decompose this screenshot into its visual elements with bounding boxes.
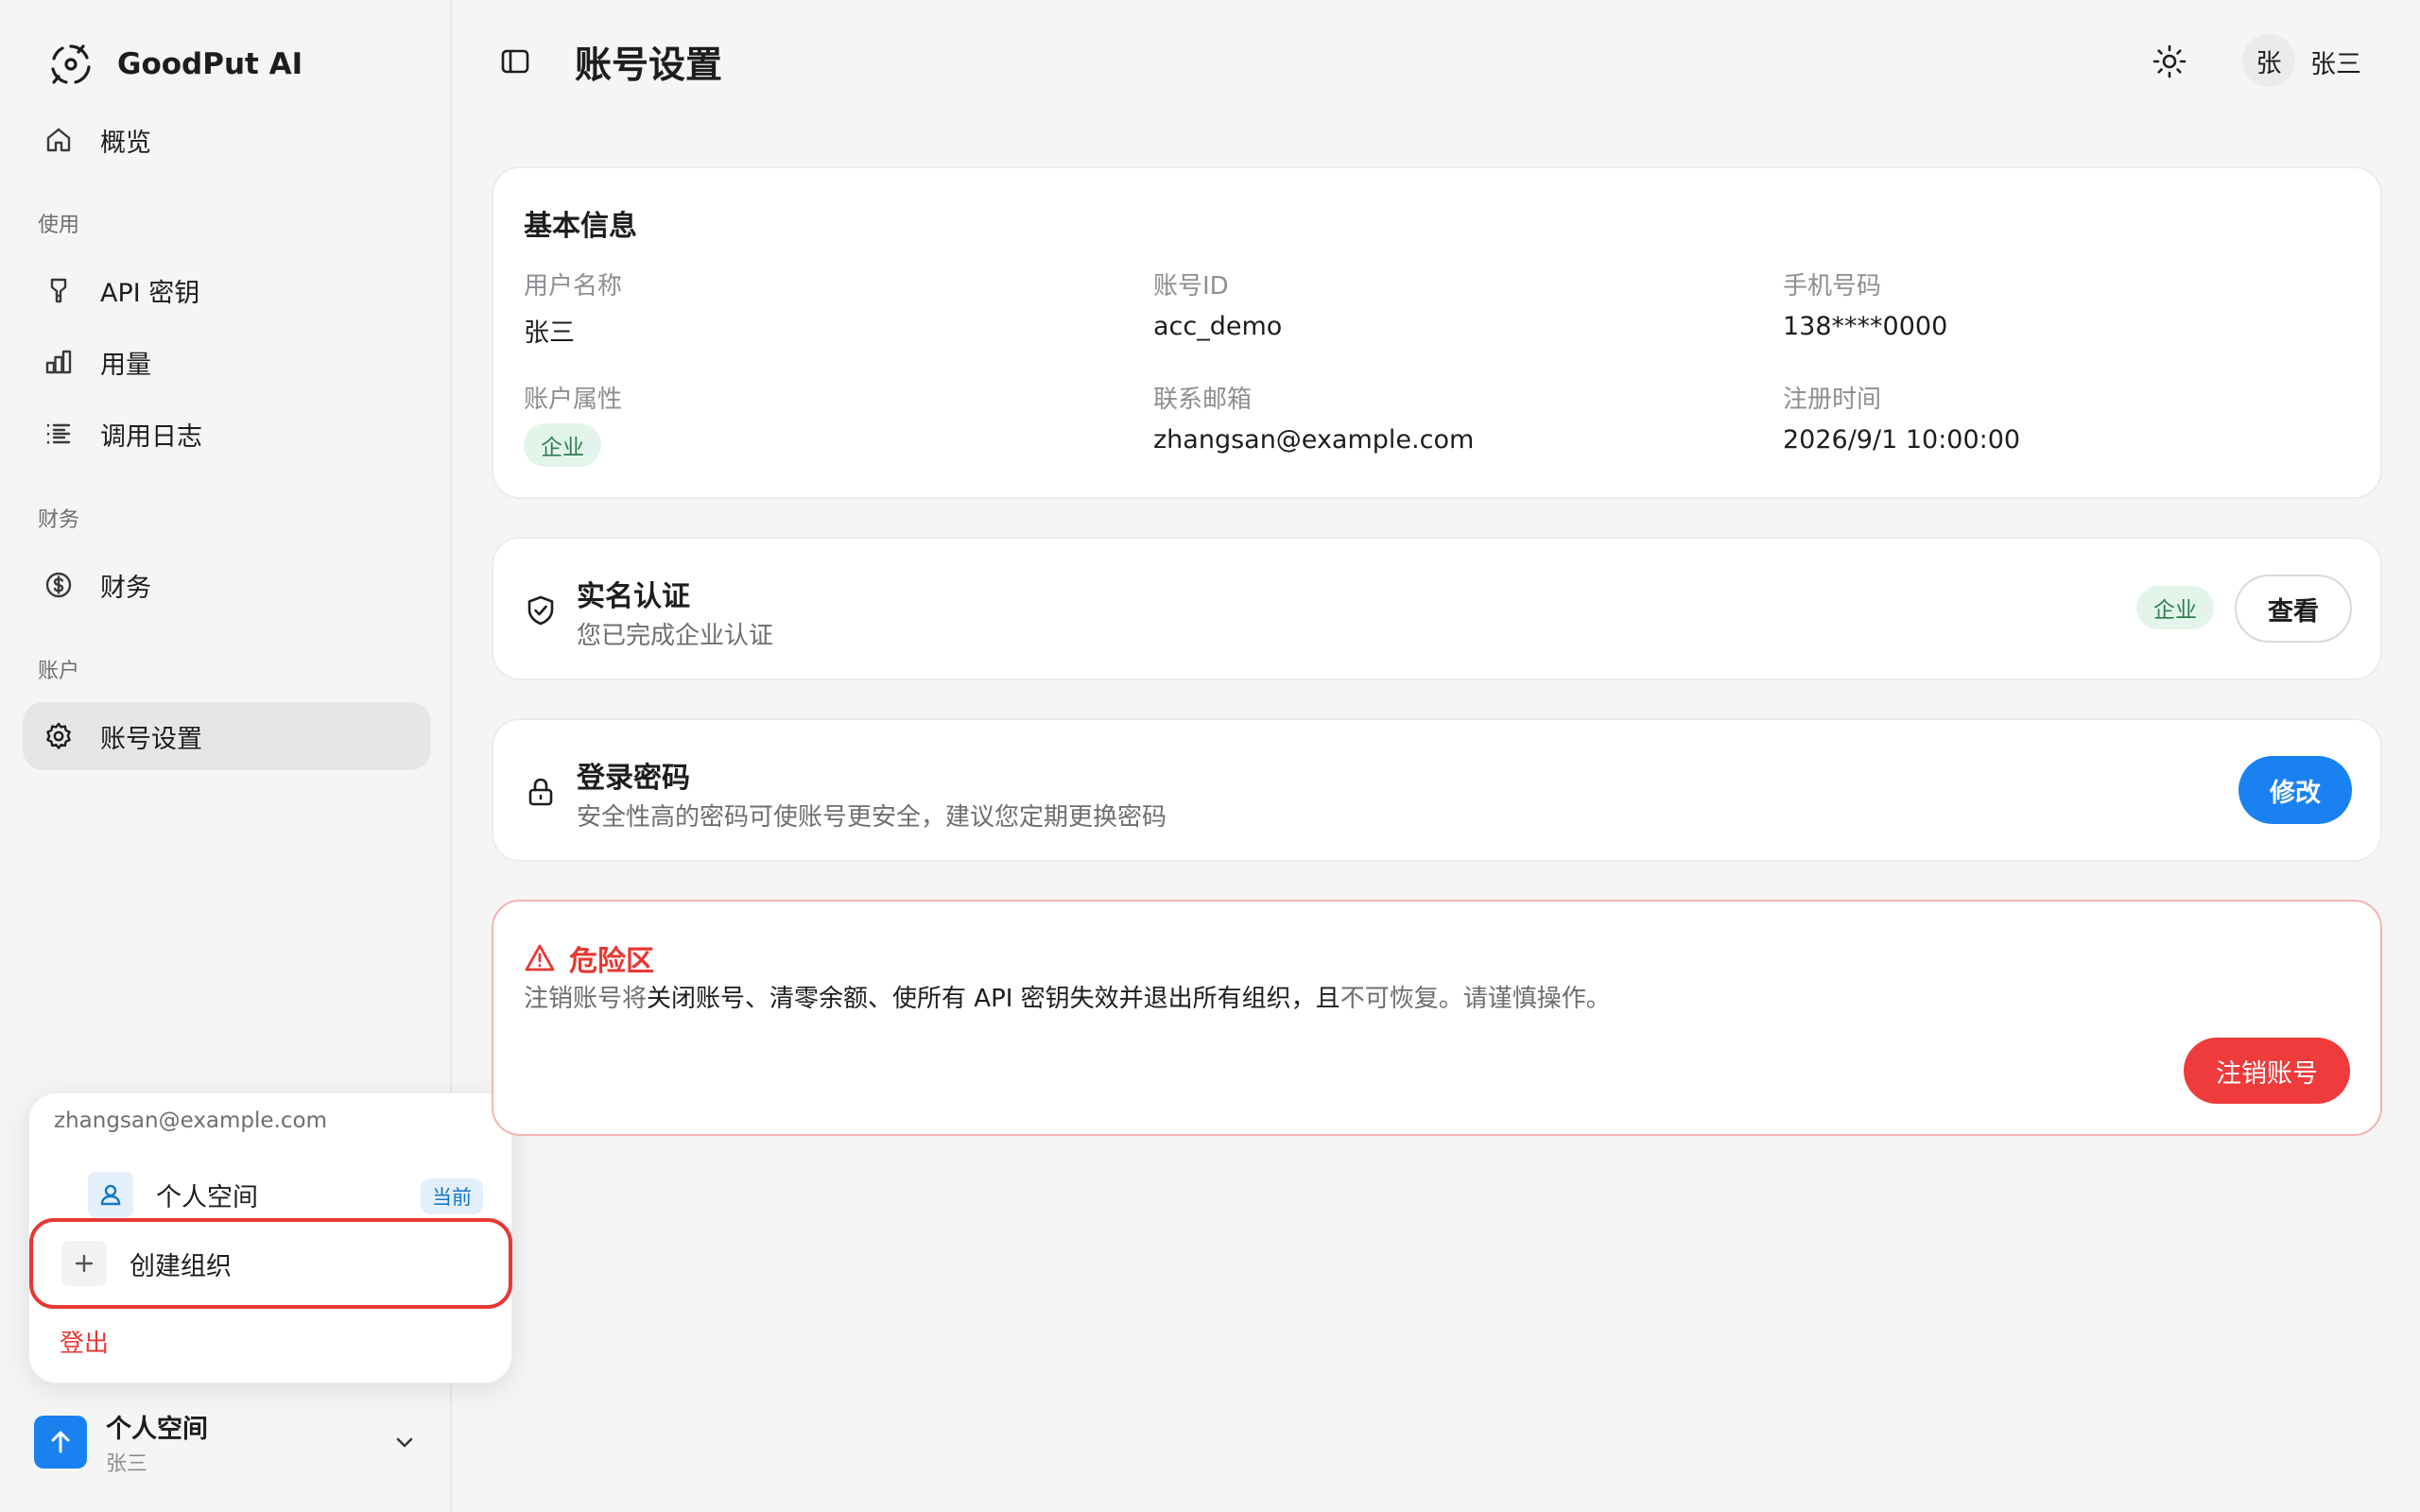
gear-icon <box>42 719 76 753</box>
bar-chart-icon <box>42 345 76 379</box>
section-label-use: 使用 <box>38 214 80 237</box>
danger-zone-title-text: 危险区 <box>569 945 654 978</box>
workspace-avatar <box>34 1416 87 1469</box>
warning-triangle-icon <box>525 944 555 971</box>
basic-info-card: 基本信息 用户名称 张三 账号ID acc_demo 手机号码 138****0… <box>492 166 2382 499</box>
page-title: 账号设置 <box>575 44 723 87</box>
verification-card: 实名认证 您已完成企业认证 企业 查看 <box>492 537 2382 680</box>
sidebar-toggle-icon[interactable] <box>499 45 531 77</box>
workspace-subtitle: 张三 <box>106 1452 148 1476</box>
register-time-value: 2026/9/1 10:00:00 <box>1783 425 2021 455</box>
danger-zone-title: 危险区 <box>524 937 654 979</box>
goodput-logo-icon <box>51 44 91 84</box>
shield-check-icon <box>527 595 554 626</box>
account-id-label: 账号ID <box>1153 272 1229 301</box>
password-title: 登录密码 <box>577 762 690 795</box>
menu-item-label: 创建组织 <box>130 1251 232 1281</box>
password-card: 登录密码 安全性高的密码可使账号更安全，建议您定期更换密码 修改 <box>492 718 2382 862</box>
user-icon <box>88 1172 133 1217</box>
sidebar-item-label: API 密钥 <box>100 278 200 308</box>
workspace-popup-menu: zhangsan@example.com 个人空间 当前 创建组织 登出 <box>28 1092 512 1383</box>
danger-text-prefix: 注销账号将 <box>524 985 648 1013</box>
sidebar-item-logs[interactable]: 调用日志 <box>23 400 431 468</box>
list-icon <box>42 417 76 451</box>
workspace-title: 个人空间 <box>106 1414 208 1444</box>
menu-item-create-organization[interactable]: 创建组织 <box>29 1218 512 1309</box>
sidebar-item-label: 财务 <box>100 573 151 603</box>
menu-item-label: 个人空间 <box>156 1182 258 1212</box>
user-avatar[interactable]: 张 <box>2242 34 2295 87</box>
danger-text-middle: 关闭账号、清零余额、使所有 API 密钥失效并退出所有组织，且 <box>647 985 1340 1013</box>
email-label: 联系邮箱 <box>1153 386 1253 414</box>
account-type-label: 账户属性 <box>524 386 623 414</box>
register-time-label: 注册时间 <box>1783 386 1882 414</box>
sidebar-item-label: 调用日志 <box>100 421 202 452</box>
menu-item-personal-space[interactable]: 个人空间 当前 <box>58 1165 502 1224</box>
user-name[interactable]: 张三 <box>2310 43 2361 80</box>
brand[interactable]: GoodPut AI <box>47 40 302 89</box>
chevron-down-icon <box>396 1437 413 1448</box>
key-icon <box>42 273 76 307</box>
sidebar-item-finance[interactable]: 财务 <box>23 551 431 619</box>
sidebar-item-overview[interactable]: 概览 <box>23 106 431 174</box>
arrow-up-icon <box>51 1431 70 1453</box>
app-name: GoodPut AI <box>117 47 303 81</box>
card-title: 基本信息 <box>524 210 637 243</box>
password-subtitle: 安全性高的密码可使账号更安全，建议您定期更换密码 <box>577 803 1167 832</box>
email-value: zhangsan@example.com <box>1153 425 1475 455</box>
sidebar-item-label: 账号设置 <box>100 724 202 754</box>
lock-icon <box>528 778 553 806</box>
section-label-finance: 财务 <box>38 508 80 532</box>
account-type-badge: 企业 <box>524 423 601 467</box>
danger-zone-description: 注销账号将关闭账号、清零余额、使所有 API 密钥失效并退出所有组织，且不可恢复… <box>524 979 1611 1014</box>
username-value: 张三 <box>524 318 575 348</box>
sidebar-item-usage[interactable]: 用量 <box>23 328 431 396</box>
phone-value: 138****0000 <box>1783 312 1948 341</box>
view-verification-button[interactable]: 查看 <box>2235 575 2352 643</box>
account-id-value: acc_demo <box>1153 312 1283 341</box>
username-label: 用户名称 <box>524 272 623 301</box>
sidebar-item-label: 概览 <box>100 128 151 158</box>
danger-text-suffix: 不可恢复。请谨慎操作。 <box>1340 985 1611 1013</box>
edit-password-button[interactable]: 修改 <box>2238 756 2352 824</box>
danger-zone-card: 危险区 注销账号将关闭账号、清零余额、使所有 API 密钥失效并退出所有组织，且… <box>492 900 2382 1136</box>
plus-icon <box>61 1241 107 1286</box>
sidebar-item-account-settings[interactable]: 账号设置 <box>23 702 431 770</box>
verification-subtitle: 您已完成企业认证 <box>577 622 774 650</box>
phone-label: 手机号码 <box>1783 272 1882 301</box>
delete-account-button[interactable]: 注销账号 <box>2184 1038 2350 1104</box>
sidebar-item-label: 用量 <box>100 350 151 380</box>
home-icon <box>42 123 76 157</box>
logout-link[interactable]: 登出 <box>60 1324 109 1359</box>
verification-title: 实名认证 <box>577 580 690 613</box>
dollar-circle-icon <box>42 568 76 602</box>
section-label-account: 账户 <box>38 660 80 683</box>
popup-email: zhangsan@example.com <box>54 1108 328 1133</box>
workspace-switcher[interactable]: 个人空间 张三 <box>34 1408 431 1476</box>
verification-badge: 企业 <box>2136 586 2214 629</box>
theme-toggle-sun-icon[interactable] <box>2152 43 2187 79</box>
current-badge: 当前 <box>421 1178 483 1214</box>
sidebar-item-api-keys[interactable]: API 密钥 <box>23 256 431 324</box>
